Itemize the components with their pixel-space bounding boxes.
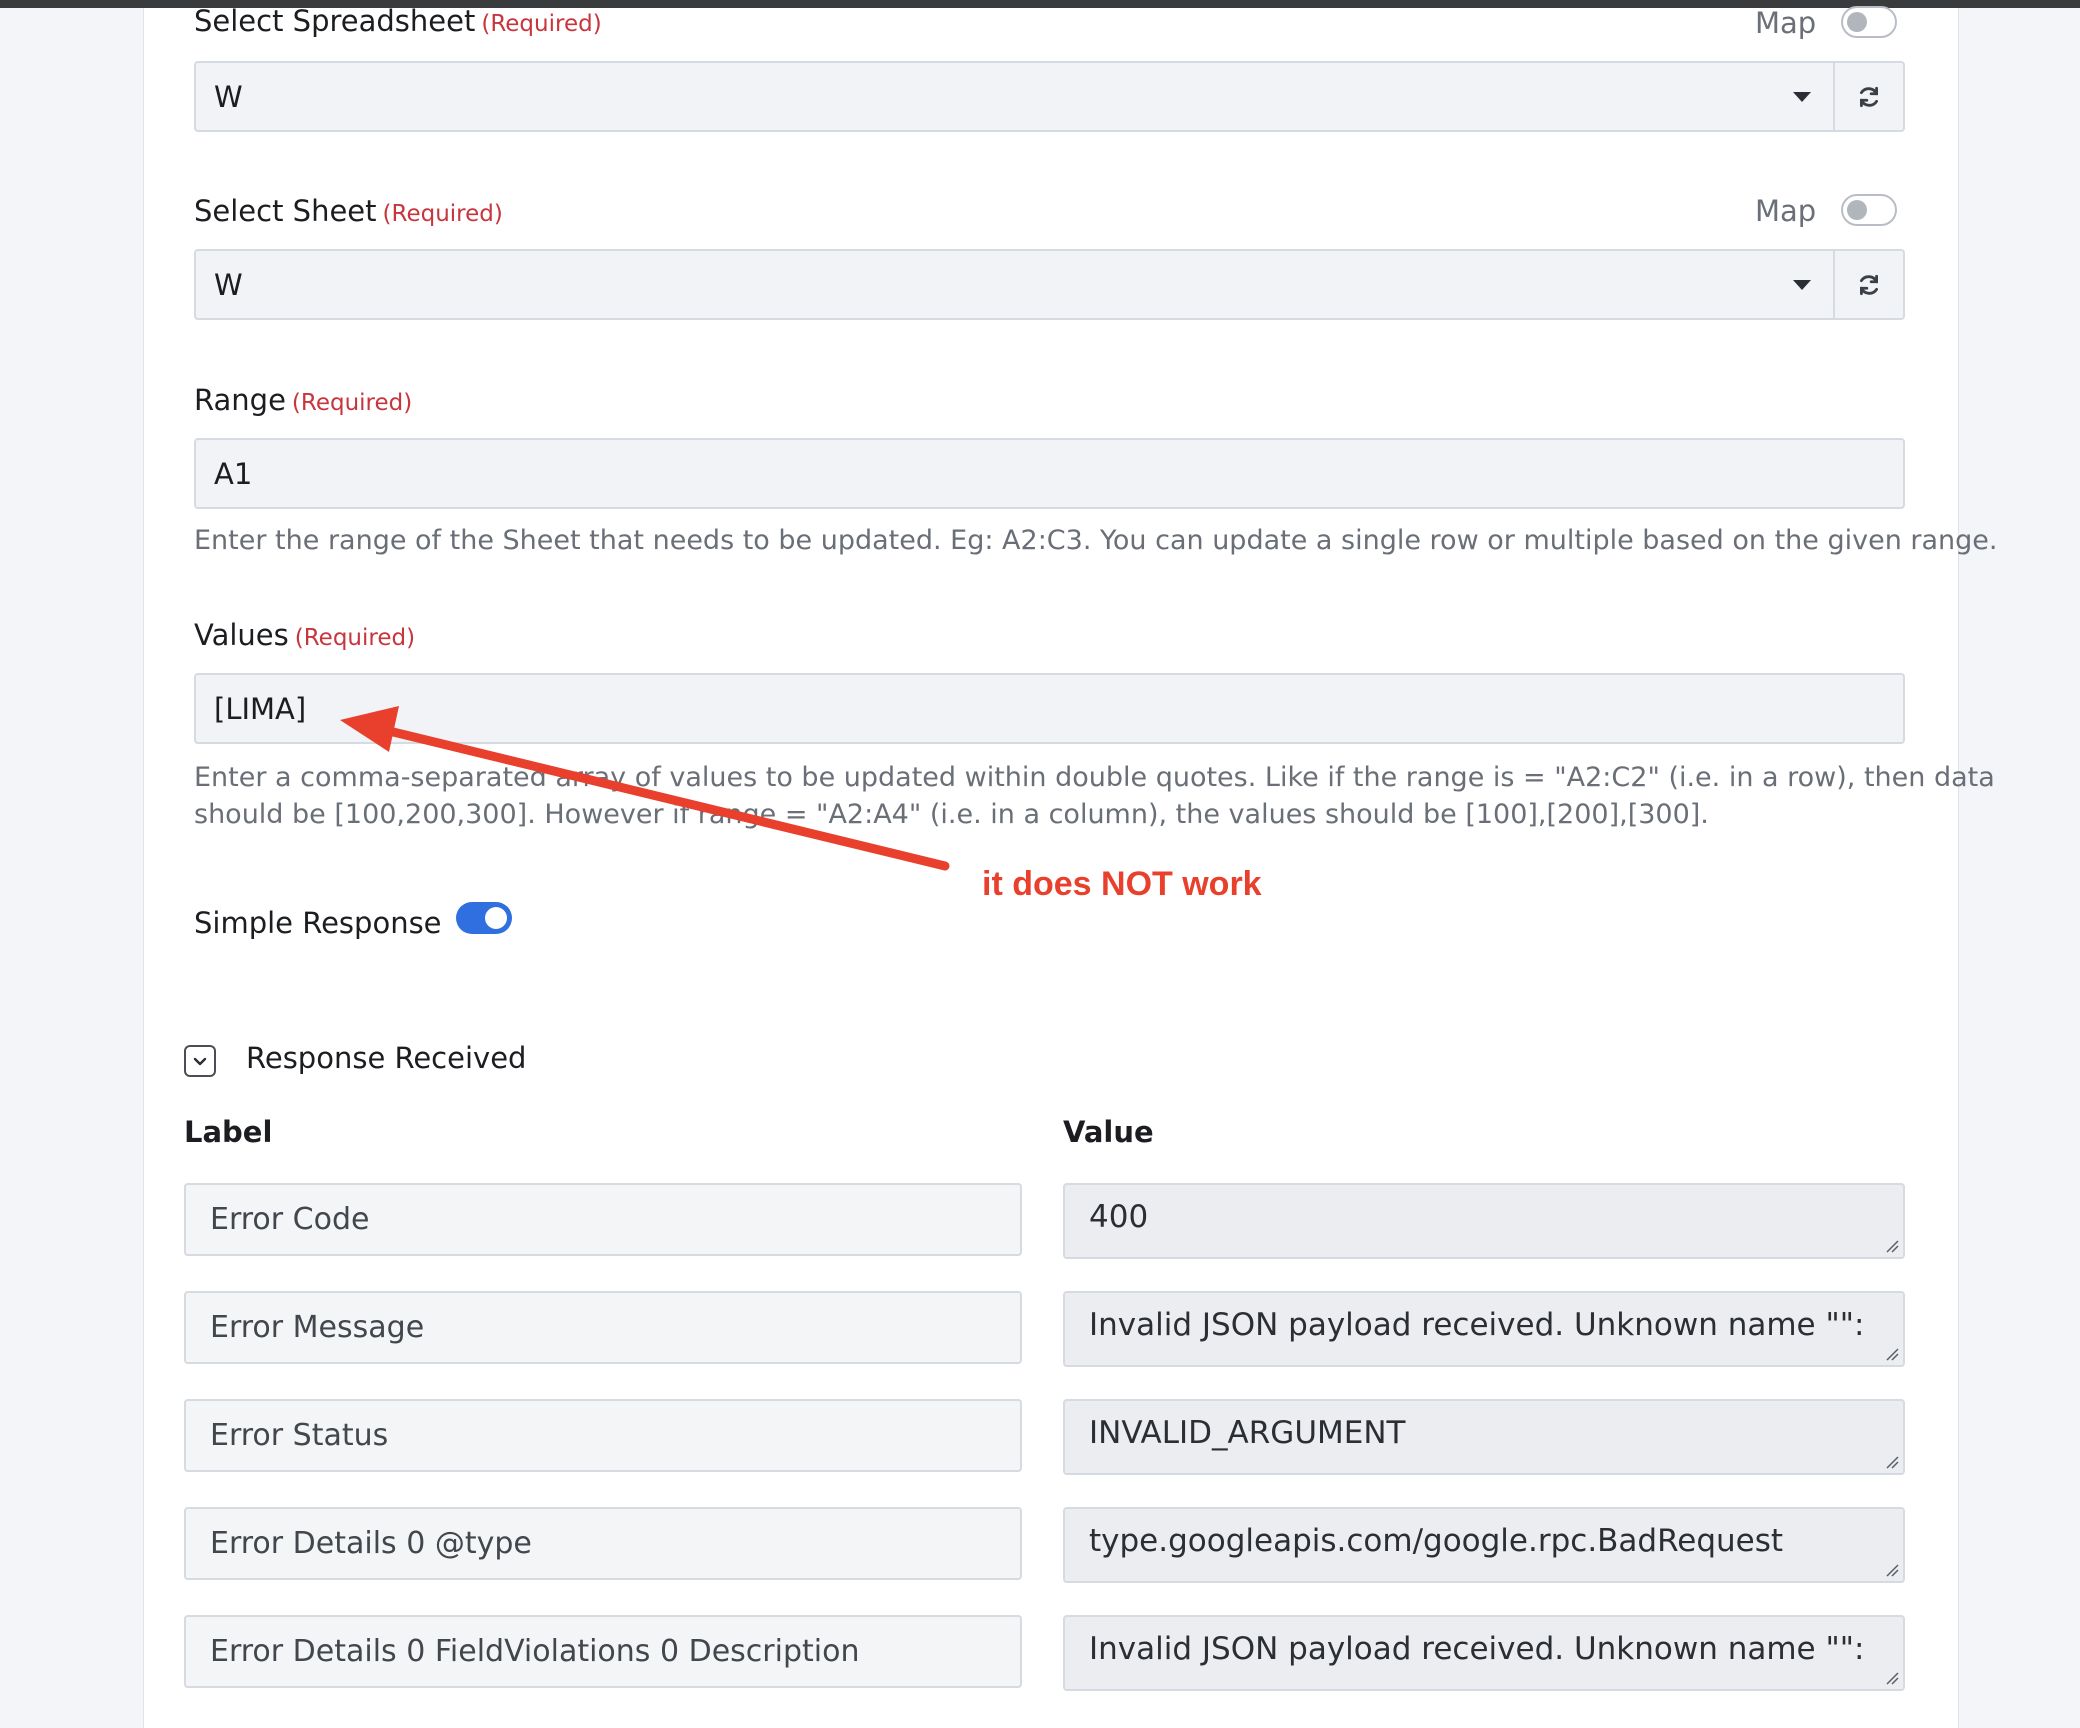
annotation-arrow bbox=[340, 706, 950, 871]
